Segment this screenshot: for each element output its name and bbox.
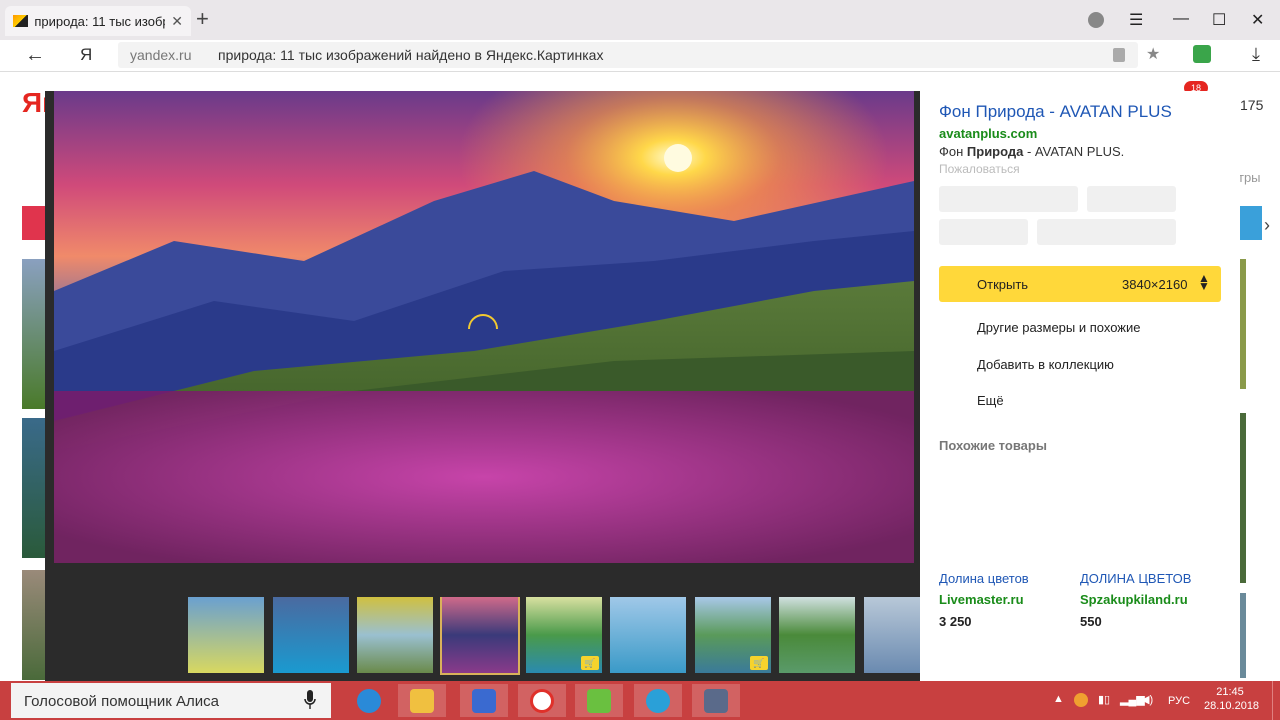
open-label: Открыть: [977, 277, 1029, 292]
bg-blue-button: [1238, 206, 1262, 240]
tray-up-arrow-icon[interactable]: ▲: [1053, 693, 1064, 705]
clock-time: 21:45: [1216, 686, 1244, 698]
taskbar-ie[interactable]: [345, 684, 393, 717]
image-info-panel: Фон Природа - AVATAN PLUS avatanplus.com…: [921, 91, 1240, 681]
thumbnail[interactable]: 🛒: [526, 597, 602, 673]
tray-network-icon[interactable]: ▮▯: [1098, 693, 1110, 706]
product-shop[interactable]: Spzakupkiland.ru: [1080, 592, 1191, 607]
thumbnail[interactable]: [864, 597, 920, 673]
profile-icon[interactable]: [1088, 12, 1104, 28]
back-button[interactable]: ←: [25, 44, 45, 67]
loading-placeholder: [939, 219, 1028, 245]
taskbar-explorer[interactable]: [398, 684, 446, 717]
minimize-button[interactable]: —: [1173, 10, 1189, 28]
more-link[interactable]: Ещё: [977, 393, 1004, 408]
open-image-button[interactable]: Открыть 3840×2160 ▲ ▼: [939, 266, 1221, 302]
close-window-button[interactable]: ✕: [1251, 10, 1264, 30]
product-price: 3 250: [939, 614, 972, 629]
next-arrow-icon[interactable]: ›: [1264, 215, 1270, 236]
url-field[interactable]: yandex.ru природа: 11 тыс изображений на…: [118, 42, 1160, 68]
image-title-link[interactable]: Фон Природа - AVATAN PLUS: [939, 102, 1172, 122]
menu-button[interactable]: ☰: [1129, 10, 1143, 30]
alice-search-box[interactable]: Голосовой помощник Алиса: [11, 683, 331, 718]
extension-icon[interactable]: [1193, 45, 1211, 63]
tray-app-icon[interactable]: [1074, 693, 1088, 707]
product-name[interactable]: Долина цветов: [939, 571, 1029, 586]
browser-tab-bar: природа: 11 тыс изобра ✕ + ☰ — ☐ ✕: [0, 0, 1280, 40]
microphone-icon[interactable]: [304, 690, 316, 710]
other-sizes-link[interactable]: Другие размеры и похожие: [977, 320, 1140, 335]
loading-placeholder: [1087, 186, 1176, 212]
desc-prefix: Фон: [939, 144, 967, 159]
tray-clock[interactable]: 21:45 28.10.2018: [1204, 685, 1260, 713]
taskbar-snipping[interactable]: [460, 684, 508, 717]
tray-volume-icon[interactable]: ◀): [1141, 693, 1153, 706]
url-page-title: природа: 11 тыс изображений найдено в Ян…: [218, 47, 604, 63]
thumbnail[interactable]: 🛒: [695, 597, 771, 673]
image-description: Фон Природа - AVATAN PLUS.: [939, 144, 1124, 159]
report-link[interactable]: Пожаловаться: [939, 162, 1020, 176]
loading-placeholder: [939, 186, 1078, 212]
cart-icon: 🛒: [750, 656, 768, 670]
image-favicon-icon: [13, 15, 29, 27]
resolution-label: 3840×2160: [1122, 277, 1188, 292]
windows-taskbar: Голосовой помощник Алиса ▲ ▮▯ ▂▄▆ ◀) РУС…: [0, 681, 1280, 720]
new-tab-button[interactable]: +: [196, 8, 209, 30]
main-image[interactable]: [54, 91, 914, 563]
url-domain: yandex.ru: [130, 47, 192, 63]
product-name[interactable]: ДОЛИНА ЦВЕТОВ: [1080, 571, 1191, 586]
tray-language[interactable]: РУС: [1168, 695, 1190, 707]
show-desktop-button[interactable]: [1272, 681, 1280, 720]
yandex-browser-icon: [530, 689, 554, 713]
taskbar-yandex-browser[interactable]: [518, 684, 566, 717]
clock-date: 28.10.2018: [1204, 700, 1260, 712]
scissors-icon: [472, 689, 496, 713]
desc-suffix: - AVATAN PLUS.: [1023, 144, 1125, 159]
thumbnail[interactable]: [357, 597, 433, 673]
loading-placeholder: [1037, 219, 1176, 245]
taskbar-app2[interactable]: [692, 684, 740, 717]
taskbar-app[interactable]: [575, 684, 623, 717]
lock-icon[interactable]: [1113, 48, 1125, 62]
taskbar-telegram[interactable]: [634, 684, 682, 717]
bg-filter-label: тры: [1238, 170, 1261, 185]
maximize-button[interactable]: ☐: [1212, 10, 1226, 30]
thumbnail[interactable]: [610, 597, 686, 673]
thumbnail-strip: 🛒 🛒: [188, 597, 920, 675]
desc-bold: Природа: [966, 144, 1024, 159]
tab-close-icon[interactable]: ✕: [171, 13, 183, 30]
bg-thumbnail: [1240, 259, 1246, 389]
source-site-link[interactable]: avatanplus.com: [939, 126, 1037, 141]
ie-icon: [357, 689, 381, 713]
bg-count: 175: [1240, 97, 1264, 113]
alice-search-text: Голосовой помощник Алиса: [24, 693, 219, 710]
thumbnail[interactable]: [188, 597, 264, 673]
mountain-flowers-image: [54, 91, 914, 563]
bg-thumbnail: [1240, 413, 1246, 583]
telegram-icon: [646, 689, 670, 713]
product-shop[interactable]: Livemaster.ru: [939, 592, 1029, 607]
browser-tab[interactable]: природа: 11 тыс изобра ✕: [5, 6, 191, 36]
product-card[interactable]: ДОЛИНА ЦВЕТОВ Spzakupkiland.ru 550: [1080, 571, 1191, 629]
similar-products-heading: Похожие товары: [939, 438, 1047, 453]
tab-title: природа: 11 тыс изобра: [34, 13, 166, 29]
bookmark-star-icon[interactable]: ★: [1146, 44, 1160, 64]
app-icon: [587, 689, 611, 713]
address-bar: ← Я yandex.ru природа: 11 тыс изображени…: [0, 40, 1280, 72]
yandex-button[interactable]: Я: [80, 45, 92, 65]
size-dropdown-icon[interactable]: ▲ ▼: [1198, 272, 1210, 292]
disk-icon: [704, 689, 728, 713]
add-to-collection-link[interactable]: Добавить в коллекцию: [977, 357, 1114, 372]
cart-icon: 🛒: [581, 656, 599, 670]
download-icon[interactable]: ⤓: [1252, 44, 1260, 65]
bg-thumbnail: [1240, 593, 1246, 678]
thumbnail[interactable]: [273, 597, 349, 673]
thumbnail[interactable]: [779, 597, 855, 673]
product-price: 550: [1080, 614, 1102, 629]
product-card[interactable]: Долина цветов Livemaster.ru 3 250: [939, 571, 1029, 629]
thumbnail-active[interactable]: [440, 597, 520, 675]
folder-icon: [410, 689, 434, 713]
